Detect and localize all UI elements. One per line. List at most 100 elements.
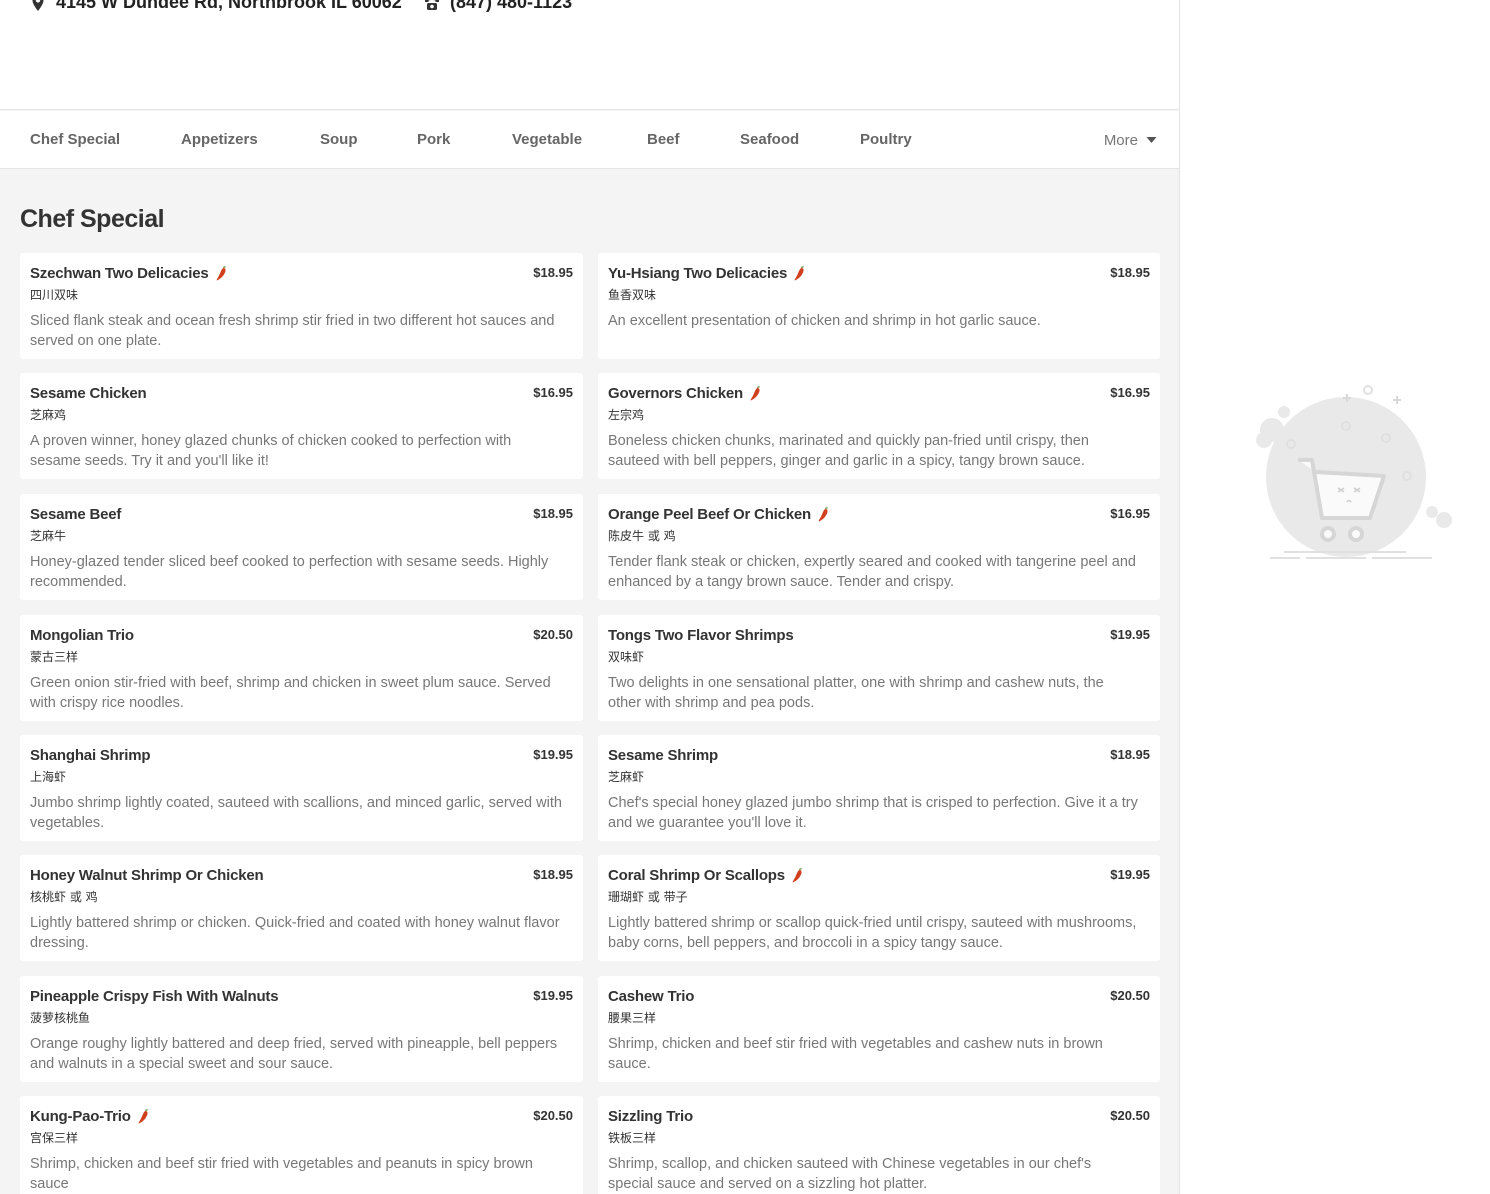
menu-item-name-row: Szechwan Two Delicacies [30, 264, 573, 283]
caret-down-icon [1146, 137, 1157, 143]
menu-item-card[interactable]: Pineapple Crispy Fish With Walnuts $19.95… [20, 976, 583, 1082]
menu-item-chinese-name: 鱼香双味 [608, 288, 657, 302]
menu-item-price: $19.95 [533, 747, 573, 762]
menu-item-name-row: Sesame Beef [30, 505, 573, 524]
menu-item-description: Shrimp, scallop, and chicken sauteed wit… [608, 1156, 1092, 1192]
menu-item-name-row: Governors Chicken [608, 384, 1150, 403]
menu-item-name-row: Pineapple Crispy Fish With Walnuts [30, 987, 573, 1006]
empty-cart-illustration [1256, 385, 1452, 559]
nav-more-label: More [1103, 131, 1138, 149]
menu-item-price: $20.50 [1110, 988, 1150, 1003]
menu-item-card[interactable]: Szechwan Two Delicacies $18.95 四川双味 Sliced … [20, 253, 583, 359]
menu-item-card[interactable]: Governors Chicken $16.95 左宗鸡 Boneless chick… [598, 373, 1160, 479]
menu-item-name: Szechwan Two Delicacies [30, 265, 209, 282]
cart-panel [1180, 0, 1490, 1194]
menu-item-card[interactable]: Honey Walnut Shrimp Or Chicken $18.95 核桃虾 … [20, 855, 583, 961]
menu-item-description: Shrimp, chicken and beef stir fried with… [608, 1036, 1103, 1072]
category-nav: Chef Special Appetizers Soup Pork Vegeta… [0, 111, 1179, 169]
menu-item-card[interactable]: Coral Shrimp Or Scallops $19.95 珊瑚虾 或 带子 Li… [598, 855, 1160, 961]
menu-item-name-row: Orange Peel Beef Or Chicken [608, 505, 1150, 524]
menu-item-description: Shrimp, chicken and beef stir fried with… [30, 1156, 533, 1192]
menu-item-chinese-name: 双味虾 [608, 650, 645, 664]
menu-item-price: $16.95 [1110, 506, 1150, 521]
chili-pepper-icon [818, 507, 828, 522]
menu-item-chinese-name: 蒙古三样 [30, 650, 79, 664]
menu-item-card[interactable]: Sizzling Trio $20.50 铁板三样 Shrimp, scallop, … [598, 1096, 1160, 1194]
menu-item-name: Governors Chicken [608, 385, 743, 402]
menu-item-name-row: Sesame Shrimp [608, 746, 1150, 765]
menu-item-price: $19.95 [533, 988, 573, 1003]
phone-row[interactable]: (847) 480-1123 [424, 0, 572, 13]
menu-item-name: Kung-Pao-Trio [30, 1108, 131, 1125]
restaurant-header: 4145 W Dundee Rd, Northbrook IL 60062 (8… [0, 0, 1179, 110]
menu-item-name-row: Kung-Pao-Trio [30, 1107, 573, 1126]
menu-item-description: An excellent presentation of chicken and… [608, 313, 1041, 329]
menu-item-chinese-name: 芝麻牛 [30, 529, 67, 543]
menu-item-chinese-name: 腰果三样 [608, 1011, 657, 1025]
menu-item-card[interactable]: Cashew Trio $20.50 腰果三样 Shrimp, chicken and… [598, 976, 1160, 1082]
nav-chef-special[interactable]: Chef Special [30, 111, 120, 169]
menu-item-description: Jumbo shrimp lightly coated, sauteed wit… [30, 795, 562, 831]
menu-item-card[interactable]: Yu-Hsiang Two Delicacies $18.95 鱼香双味 An exc… [598, 253, 1160, 359]
menu-item-description: Lightly battered shrimp or chicken. Quic… [30, 915, 560, 951]
nav-vegetable[interactable]: Vegetable [512, 111, 582, 169]
chili-pepper-icon [794, 266, 804, 281]
menu-item-description: Boneless chicken chunks, marinated and q… [608, 433, 1089, 469]
menu-item-name: Orange Peel Beef Or Chicken [608, 506, 812, 523]
chili-pepper-icon [750, 386, 760, 401]
menu-item-name-row: Mongolian Trio [30, 626, 573, 645]
menu-item-name-row: Cashew Trio [608, 987, 1150, 1006]
menu-item-name-row: Sesame Chicken [30, 384, 573, 403]
phone-icon [425, 0, 439, 10]
menu-item-price: $16.95 [533, 385, 573, 400]
menu-item-price: $18.95 [1110, 265, 1150, 280]
nav-appetizers[interactable]: Appetizers [181, 111, 258, 169]
menu-item-name: Sesame Beef [30, 506, 122, 523]
menu-item-card[interactable]: Tongs Two Flavor Shrimps $19.95 双味虾 Two del… [598, 615, 1160, 721]
menu-item-card[interactable]: Sesame Chicken $16.95 芝麻鸡 A proven winner, … [20, 373, 583, 479]
chili-pepper-icon [138, 1109, 148, 1124]
nav-more-dropdown[interactable]: More [1104, 111, 1157, 169]
menu-item-card[interactable]: Shanghai Shrimp $19.95 上海虾 Jumbo shrimp lig… [20, 735, 583, 841]
menu-item-description: Tender flank steak or chicken, expertly … [608, 554, 1136, 590]
nav-pork[interactable]: Pork [417, 111, 450, 169]
menu-item-card[interactable]: Kung-Pao-Trio $20.50 宫保三样 Shrimp, chicken a… [20, 1096, 583, 1194]
menu-item-card[interactable]: Orange Peel Beef Or Chicken $16.95 陈皮牛 或 鸡… [598, 494, 1160, 600]
menu-item-chinese-name: 菠萝核桃鱼 [30, 1011, 91, 1025]
restaurant-phone[interactable]: (847) 480-1123 [450, 0, 572, 13]
menu-item-description: Green onion stir-fried with beef, shrimp… [30, 675, 551, 711]
menu-item-price: $19.95 [1110, 867, 1150, 882]
menu-item-chinese-name: 上海虾 [30, 770, 67, 784]
nav-seafood[interactable]: Seafood [740, 111, 799, 169]
menu-item-card[interactable]: Mongolian Trio $20.50 蒙古三样 Green onion stir… [20, 615, 583, 721]
location-pin-icon [32, 0, 44, 11]
menu-item-price: $18.95 [533, 506, 573, 521]
menu-item-chinese-name: 四川双味 [30, 288, 79, 302]
menu-item-name: Sizzling Trio [608, 1108, 693, 1125]
menu-item-card[interactable]: Sesame Beef $18.95 芝麻牛 Honey-glazed tender … [20, 494, 583, 600]
menu-item-name: Coral Shrimp Or Scallops [608, 867, 785, 884]
nav-beef[interactable]: Beef [647, 111, 680, 169]
menu-item-name: Pineapple Crispy Fish With Walnuts [30, 988, 279, 1005]
menu-item-name: Tongs Two Flavor Shrimps [608, 627, 794, 644]
menu-item-price: $20.50 [1110, 1108, 1150, 1123]
menu-item-card[interactable]: Sesame Shrimp $18.95 芝麻虾 Chef's special hon… [598, 735, 1160, 841]
menu-item-chinese-name: 核桃虾 或 鸡 [30, 890, 98, 904]
nav-soup[interactable]: Soup [320, 111, 358, 169]
menu-item-price: $18.95 [533, 867, 573, 882]
menu-item-chinese-name: 左宗鸡 [608, 408, 645, 422]
section-title: Chef Special [20, 205, 165, 233]
menu-item-name: Cashew Trio [608, 988, 695, 1005]
menu-item-description: Two delights in one sensational platter,… [608, 675, 1104, 711]
menu-item-name: Mongolian Trio [30, 627, 134, 644]
menu-item-price: $16.95 [1110, 385, 1150, 400]
nav-poultry[interactable]: Poultry [860, 111, 912, 169]
menu-item-price: $20.50 [533, 627, 573, 642]
menu-item-name: Honey Walnut Shrimp Or Chicken [30, 867, 264, 884]
address-row: 4145 W Dundee Rd, Northbrook IL 60062 [30, 0, 402, 13]
menu-item-description: Honey-glazed tender sliced beef cooked t… [30, 554, 549, 590]
menu-item-description: Chef's special honey glazed jumbo shrimp… [608, 795, 1138, 831]
menu-item-chinese-name: 珊瑚虾 或 带子 [608, 890, 688, 904]
menu-item-name: Shanghai Shrimp [30, 747, 151, 764]
menu-item-price: $19.95 [1110, 627, 1150, 642]
